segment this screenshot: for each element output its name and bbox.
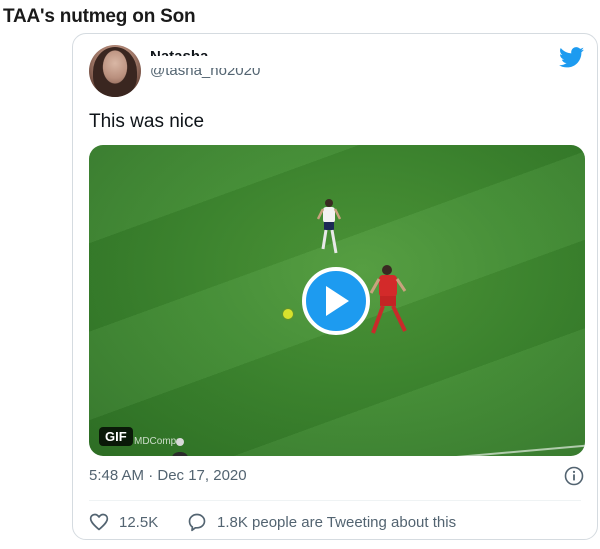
tweeting-about-link[interactable]: 1.8K people are Tweeting about this [187,511,456,533]
play-icon [326,286,349,316]
tweeting-about-text: 1.8K people are Tweeting about this [217,513,457,531]
display-name[interactable]: Natasha [150,48,208,56]
like-button[interactable]: 12.5K [89,511,158,533]
user-handle-text: @tasha_no2020 [150,68,261,78]
player-red-kit [369,265,407,334]
tweet-text: This was nice [89,111,205,132]
tweet-media-gif[interactable]: GIF MDComps [89,145,585,456]
comment-icon [188,513,206,532]
play-button[interactable] [302,267,370,335]
person-silhouette-icon [172,438,188,456]
football [283,309,293,319]
avatar[interactable] [89,45,141,97]
tweet-embed-card[interactable]: Natasha @tasha_no2020 This was nice [72,33,598,540]
pitch-line [455,443,585,456]
gif-badge: GIF [99,427,133,446]
twitter-bird-icon[interactable] [559,47,584,68]
info-icon[interactable] [564,466,584,486]
post-title: TAA's nutmeg on Son [3,6,196,27]
user-handle[interactable]: @tasha_no2020 [150,68,260,78]
player-white-kit [317,199,341,254]
divider [89,500,581,501]
like-count: 12.5K [119,513,159,531]
heart-icon [89,513,109,531]
tweet-timestamp[interactable]: 5:48 AM · Dec 17, 2020 [89,467,247,484]
